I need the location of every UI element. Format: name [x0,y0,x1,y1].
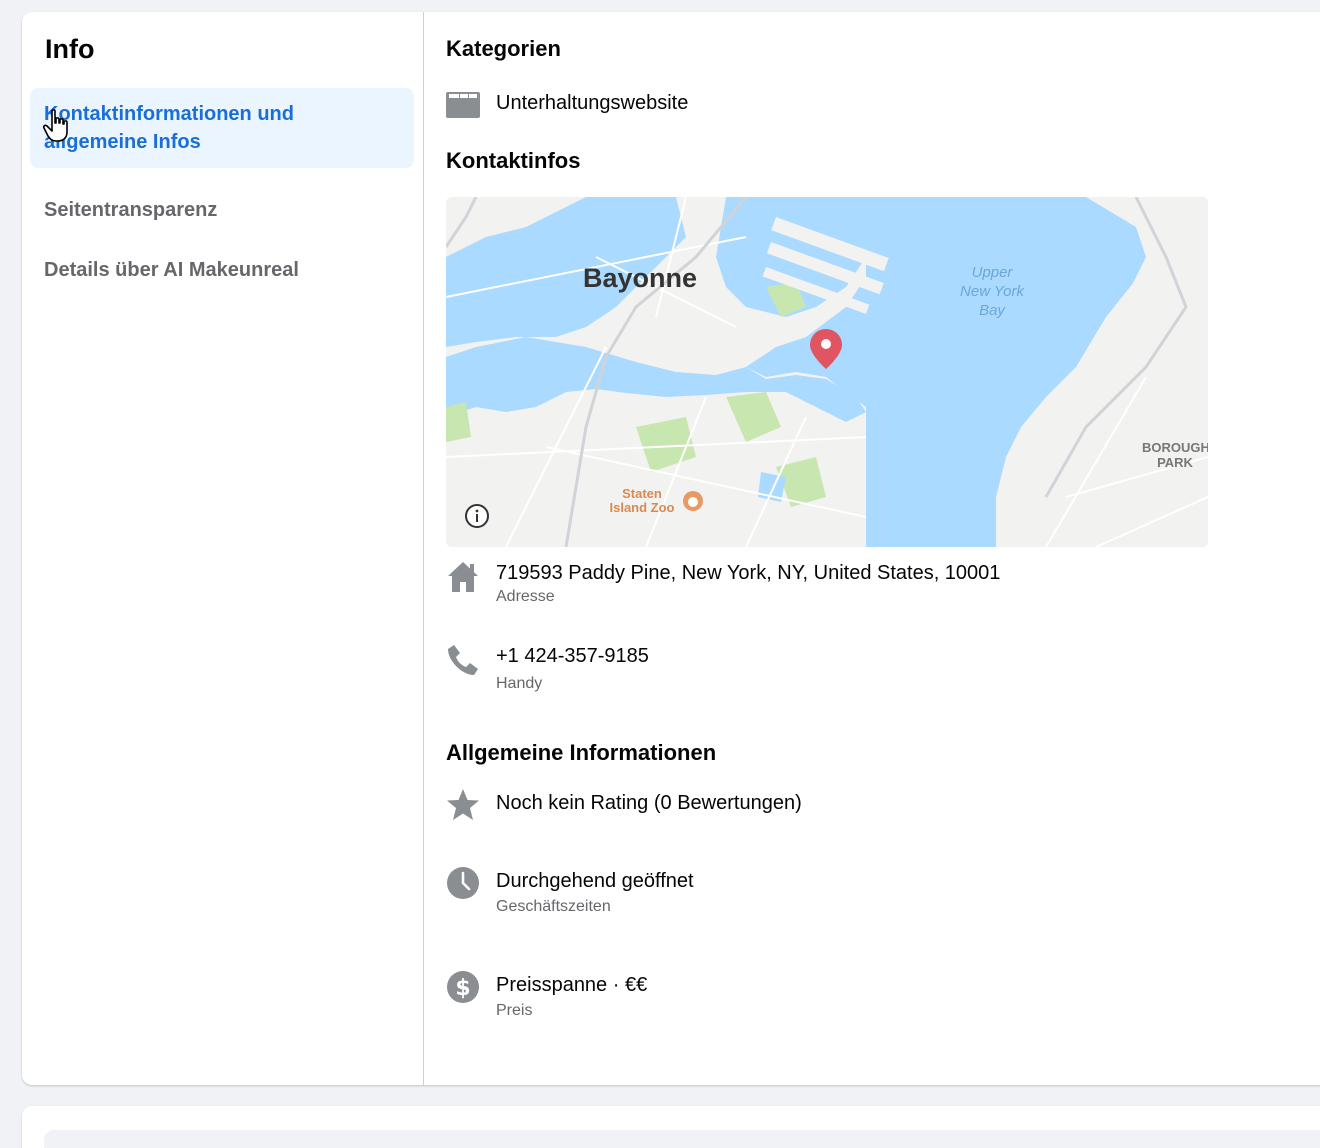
contact-title: Kontaktinfos [446,148,581,173]
address-value: 719593 Paddy Pine, New York, NY, United … [496,562,1001,584]
dollar-icon: $ [447,971,479,1003]
map-label-borough: BOROUGH PARK [1142,440,1208,470]
map-pin-icon[interactable] [808,327,844,371]
address-label: Adresse [496,588,555,605]
info-sidebar: Info Kontaktinformationen und allgemeine… [22,12,424,1085]
home-icon [448,562,478,592]
next-card-placeholder [44,1130,1320,1148]
hours-value: Durchgehend geöffnet [496,870,694,892]
sidebar-item-label: Kontaktinformationen und allgemeine Info… [44,103,294,153]
category-label: Unterhaltungswebsite [496,92,689,114]
price-value: Preisspanne · €€ [496,974,648,996]
svg-text:$: $ [455,976,470,1001]
zoo-icon [683,491,703,511]
hours-label: Geschäftszeiten [496,898,611,915]
info-main: Kategorien Unterhaltungswebsite Kontakti… [424,12,1320,1085]
sidebar-item-details[interactable]: Details über AI Makeunreal [30,244,414,296]
rating-value: Noch kein Rating (0 Bewertungen) [496,792,802,814]
category-icon [446,92,480,118]
sidebar-item-page-transparency[interactable]: Seitentransparenz [30,184,414,236]
info-card: Info Kontaktinformationen und allgemeine… [22,12,1320,1085]
map-info-icon[interactable] [464,503,490,529]
hand-cursor-icon [42,109,68,142]
clock-icon [447,867,479,899]
sidebar-title: Info [45,34,95,64]
phone-label: Handy [496,675,543,692]
sidebar-item-label: Details über AI Makeunreal [44,259,299,281]
next-card [22,1106,1320,1148]
map-label-city: Bayonne [583,263,698,293]
star-icon [447,789,479,820]
sidebar-item-contact-info[interactable]: Kontaktinformationen und allgemeine Info… [30,88,414,168]
price-label: Preis [496,1002,533,1019]
general-title: Allgemeine Informationen [446,740,717,765]
location-map[interactable]: Bayonne Upper New York Bay BOROUGH PARK … [446,197,1208,547]
map-label-bay: Upper New York Bay [960,264,1024,319]
phone-value[interactable]: +1 424-357-9185 [496,643,649,669]
map-label-zoo: Staten Island Zoo [609,486,675,515]
categories-title: Kategorien [446,36,561,61]
phone-icon [448,645,478,675]
sidebar-item-label: Seitentransparenz [44,199,218,221]
